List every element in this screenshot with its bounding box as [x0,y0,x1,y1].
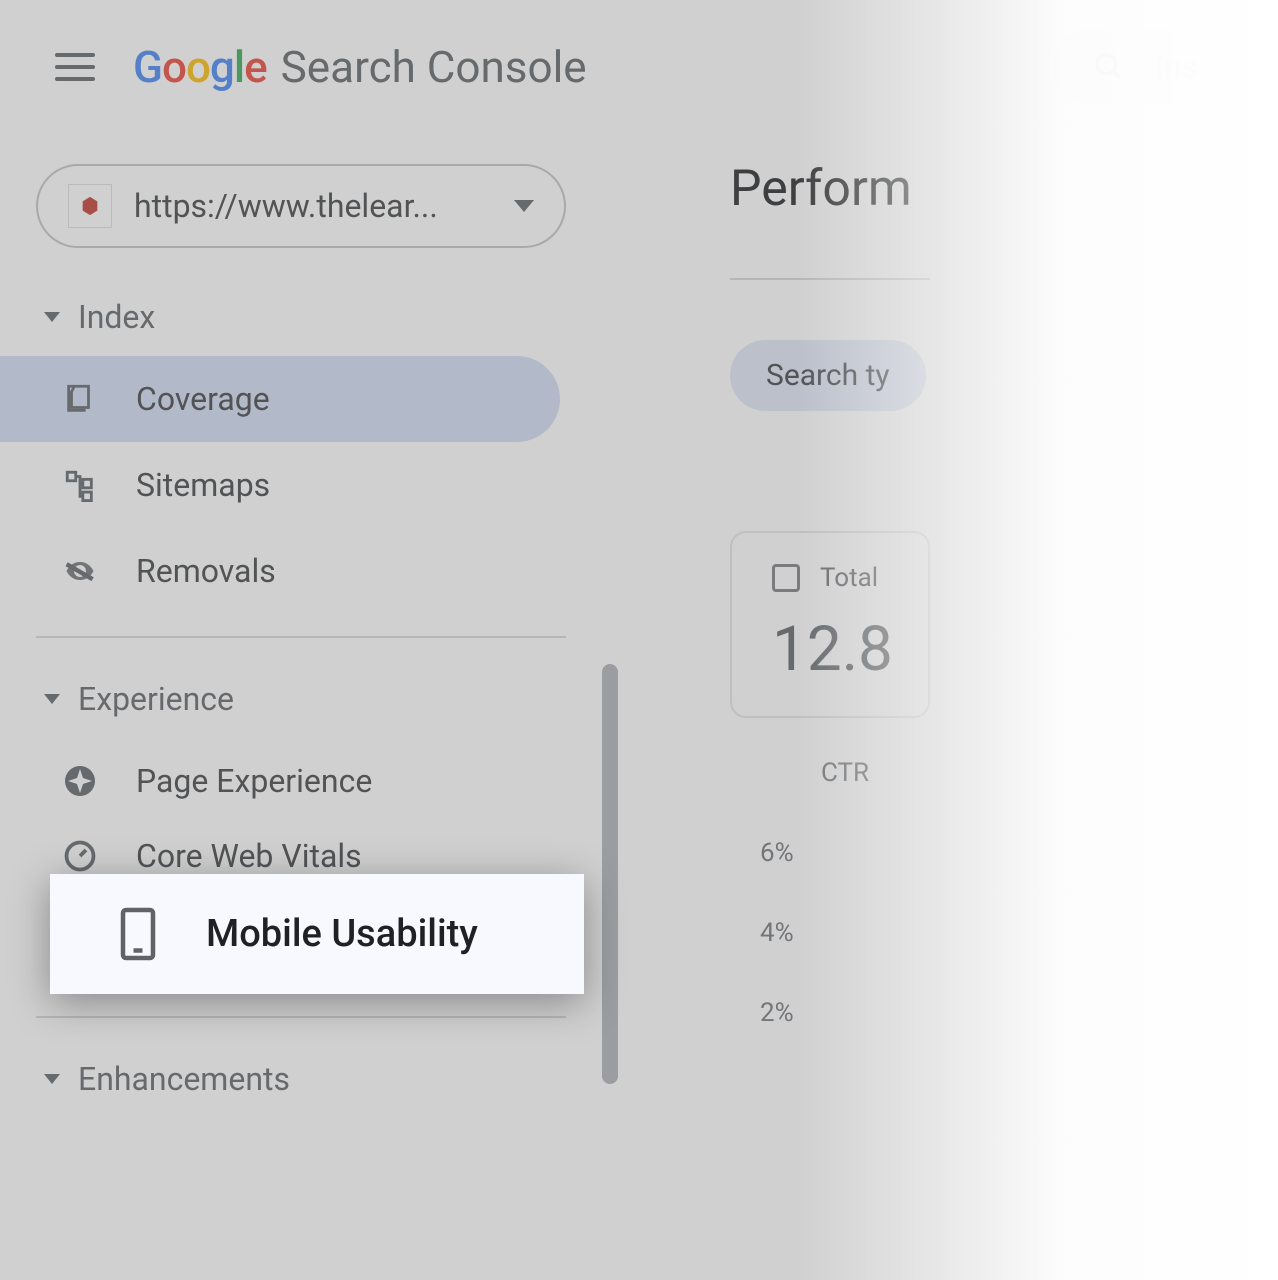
divider [730,278,930,280]
sidebar-item-label: Coverage [136,380,270,418]
chart-y-axis: CTR 6% 4% 2% [730,758,930,1028]
sidebar-item-mobile-usability[interactable]: Mobile Usability [50,874,584,994]
hamburger-menu-button[interactable] [55,47,95,87]
search-type-filter[interactable]: Search ty [730,340,926,411]
chevron-down-icon [44,1074,60,1084]
divider [36,636,566,638]
page-experience-icon [62,763,98,799]
property-favicon [68,184,112,228]
metric-card-total[interactable]: Total 12.8 [730,531,930,718]
chevron-down-icon [514,200,534,212]
y-tick: 4% [760,918,930,948]
section-title: Enhancements [78,1060,290,1098]
removals-icon [62,553,98,589]
section-title: Experience [78,680,234,718]
sidebar-item-label: Core Web Vitals [136,837,362,874]
sidebar-item-page-experience[interactable]: Page Experience [0,738,560,824]
mobile-icon [120,916,156,952]
coverage-icon [62,381,98,417]
sidebar-item-core-web-vitals[interactable]: Core Web Vitals [0,824,560,874]
product-name: Search Console [281,41,587,93]
core-web-vitals-icon [62,838,98,874]
search-placeholder: Ins [1155,48,1198,86]
section-title: Index [78,298,155,336]
sidebar-item-coverage[interactable]: Coverage [0,356,560,442]
property-selector[interactable]: https://www.thelear... [36,164,566,248]
app-logo: Google Search Console [133,41,587,93]
scrollbar-thumb[interactable] [602,664,618,1084]
sidebar-item-sitemaps[interactable]: Sitemaps [0,442,560,528]
metric-label: Total [820,563,878,593]
metric-value: 12.8 [772,613,888,686]
section-header-enhancements[interactable]: Enhancements [0,1040,600,1118]
sidebar-item-removals[interactable]: Removals [0,528,560,614]
search-input[interactable]: Ins [1053,30,1238,104]
sitemaps-icon [62,467,98,503]
sidebar-item-label: Sitemaps [136,466,270,504]
section-header-index[interactable]: Index [0,278,600,356]
main-content: Perform Search ty Total 12.8 CTR 6% 4% 2… [730,160,930,1078]
page-title: Perform [730,160,930,218]
y-tick: 6% [760,838,930,868]
sidebar-item-label: Removals [136,552,276,590]
chart-ctr-label: CTR [760,758,930,788]
divider [36,1016,566,1018]
section-header-experience[interactable]: Experience [0,660,600,738]
y-tick: 2% [760,998,930,1028]
search-icon [1093,51,1125,83]
sidebar-item-label: Page Experience [136,762,372,800]
chevron-down-icon [44,312,60,322]
checkbox[interactable] [772,564,800,592]
sidebar-item-label: Mobile Usability [206,912,478,956]
chevron-down-icon [44,694,60,704]
sidebar: https://www.thelear... Index Coverage Si… [0,164,600,1118]
property-url: https://www.thelear... [134,187,492,225]
